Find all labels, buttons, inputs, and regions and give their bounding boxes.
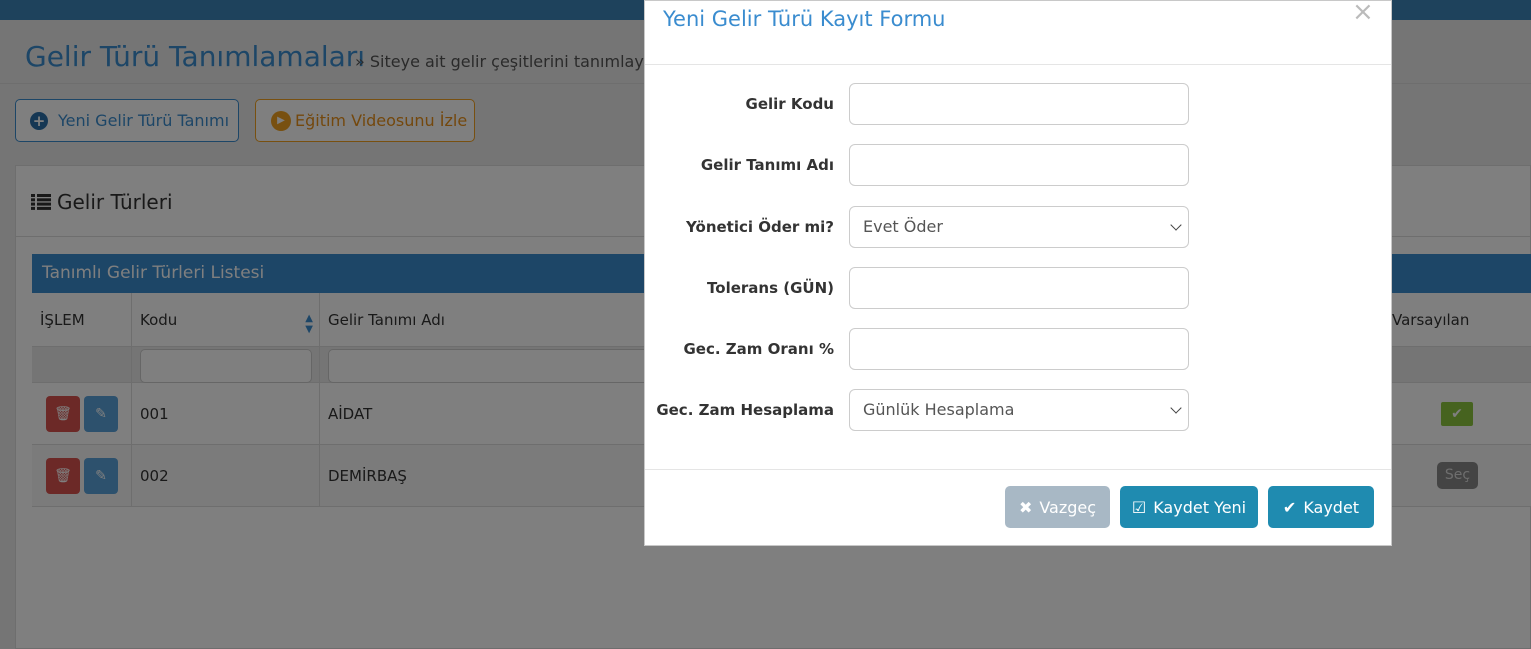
gec-zam-hesaplama-selected-value: Günlük Hesaplama — [863, 400, 1015, 419]
gelir-tanimi-adi-label: Gelir Tanımı Adı — [700, 156, 834, 174]
form-row-gelir-tanimi-adi: Gelir Tanımı Adı — [645, 144, 1393, 186]
modal-footer: ✖ Vazgeç ☑ Kaydet Yeni ✔ Kaydet — [645, 469, 1391, 547]
save-new-button[interactable]: ☑ Kaydet Yeni — [1120, 486, 1258, 528]
cancel-button-label: Vazgeç — [1039, 497, 1097, 517]
checkbox-icon: ☑ — [1131, 497, 1147, 517]
form-row-gec-zam-hesaplama: Gec. Zam Hesaplama Günlük Hesaplama — [645, 389, 1393, 431]
yonetici-oder-selected-value: Evet Öder — [863, 217, 943, 236]
gec-zam-orani-label: Gec. Zam Oranı % — [683, 340, 835, 358]
close-icon[interactable]: × — [1352, 0, 1374, 27]
save-button[interactable]: ✔ Kaydet — [1268, 486, 1374, 528]
gelir-kodu-label: Gelir Kodu — [745, 95, 834, 113]
new-income-type-modal: Yeni Gelir Türü Kayıt Formu × Gelir Kodu… — [644, 0, 1392, 546]
form-row-tolerans: Tolerans (GÜN) — [645, 267, 1393, 309]
modal-title: Yeni Gelir Türü Kayıt Formu — [663, 7, 946, 31]
form-row-yonetici-oder: Yönetici Öder mi? Evet Öder — [645, 206, 1393, 248]
form-row-gec-zam-orani: Gec. Zam Oranı % — [645, 328, 1393, 370]
cancel-button[interactable]: ✖ Vazgeç — [1005, 486, 1110, 528]
save-new-button-label: Kaydet Yeni — [1153, 497, 1247, 517]
check-icon: ✔ — [1282, 497, 1297, 517]
save-button-label: Kaydet — [1303, 497, 1360, 517]
gec-zam-hesaplama-label: Gec. Zam Hesaplama — [656, 401, 834, 419]
gelir-tanimi-adi-input[interactable] — [849, 144, 1189, 186]
gec-zam-hesaplama-select[interactable]: Günlük Hesaplama — [849, 389, 1189, 431]
close-x-icon: ✖ — [1018, 497, 1033, 517]
gec-zam-orani-input[interactable] — [849, 328, 1189, 370]
yonetici-oder-label: Yönetici Öder mi? — [686, 218, 834, 236]
tolerans-label: Tolerans (GÜN) — [707, 279, 834, 297]
tolerans-input[interactable] — [849, 267, 1189, 309]
modal-header: Yeni Gelir Türü Kayıt Formu × — [645, 0, 1391, 65]
gelir-kodu-input[interactable] — [849, 83, 1189, 125]
yonetici-oder-select[interactable]: Evet Öder — [849, 206, 1189, 248]
form-row-gelir-kodu: Gelir Kodu — [645, 83, 1393, 125]
